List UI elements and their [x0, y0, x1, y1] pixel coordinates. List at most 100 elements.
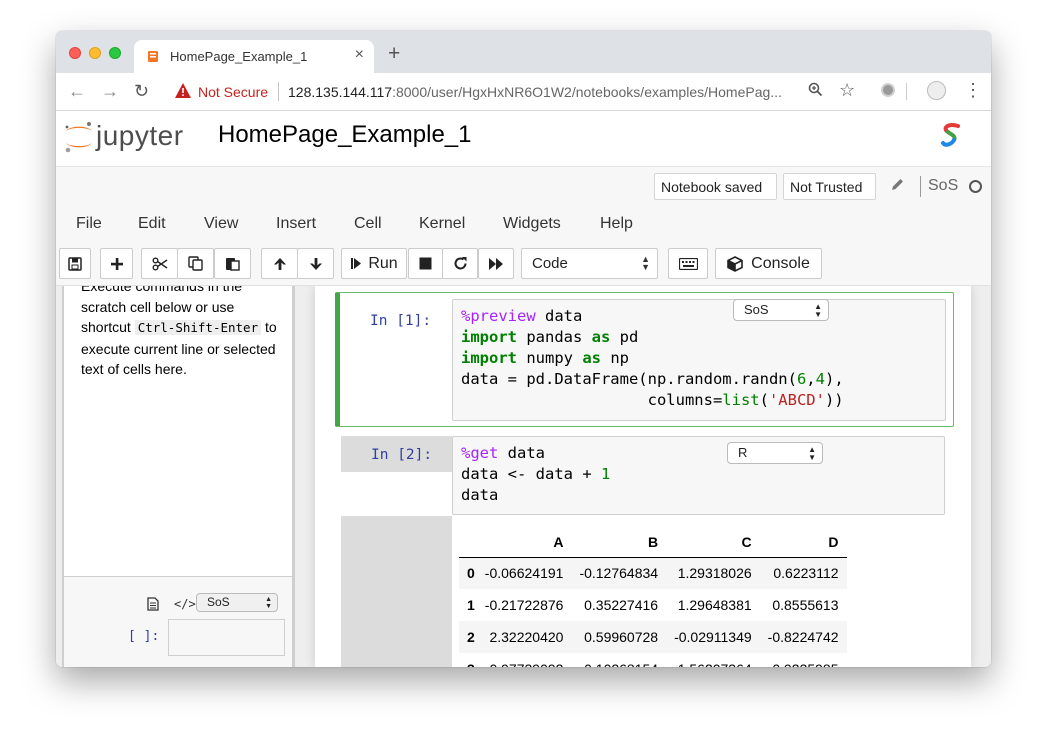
cell-type-select[interactable]: Code ▲ ▼ [521, 248, 658, 279]
restart-run-all-button[interactable] [478, 248, 514, 279]
table-row: 0 -0.06624191 -0.12764834 1.29318026 0.6… [459, 557, 847, 589]
scratch-cell-area: </> SoS ▲ ▼ [ ]: [64, 576, 292, 667]
run-label: Run [368, 254, 398, 272]
menu-help[interactable]: Help [600, 215, 633, 233]
side-panel-instructions: Execute commands in the scratch cell bel… [81, 286, 286, 380]
pencil-icon[interactable] [890, 177, 905, 192]
move-down-button[interactable] [297, 248, 334, 279]
select-arrows-icon: ▲ ▼ [814, 302, 822, 319]
menu-insert[interactable]: Insert [276, 215, 316, 233]
command-palette-button[interactable] [668, 248, 708, 279]
bookmark-star-icon[interactable]: ☆ [839, 80, 855, 101]
tab-close-icon[interactable]: × [355, 46, 364, 64]
cell-editor[interactable]: %preview data import pandas as pd import… [452, 299, 946, 421]
cell-editor[interactable]: %get data data <- data + 1 data [452, 436, 945, 515]
menu-kernel[interactable]: Kernel [419, 215, 465, 233]
code-icon[interactable]: </> [174, 597, 196, 611]
table-row: 3 0.97739092 0.10268154 1.56207364 0.923… [459, 653, 847, 667]
console-label: Console [751, 254, 810, 272]
step-forward-icon [351, 258, 362, 269]
browser-tab[interactable]: HomePage_Example_1 × [134, 40, 374, 73]
table-cell: 0.8555613 [772, 597, 839, 613]
jupyter-logo-icon[interactable] [62, 119, 96, 155]
table-cell: -0.21722876 [484, 597, 564, 613]
kernel-name[interactable]: SoS [928, 177, 958, 195]
security-label[interactable]: Not Secure [198, 84, 268, 100]
table-cell: -0.12764834 [571, 557, 667, 589]
scratch-kernel-select[interactable]: SoS ▲ ▼ [196, 593, 278, 612]
document-icon[interactable] [147, 597, 159, 611]
table-cell: 0.97739092 [477, 653, 572, 667]
cut-button[interactable] [141, 248, 178, 279]
cell-prompt: In [2]: [371, 447, 433, 463]
forward-arrow-icon[interactable]: → [101, 81, 119, 102]
menu-view[interactable]: View [204, 215, 238, 233]
browser-toolbar: ← → ↻ Not Secure 128.135.144.117:8000/us… [56, 73, 991, 111]
close-window-button[interactable] [69, 47, 81, 59]
table-index: 3 [459, 653, 477, 667]
table-header: D [759, 527, 847, 558]
restart-button[interactable] [442, 248, 478, 279]
copy-icon [188, 256, 203, 271]
reload-icon[interactable]: ↻ [134, 81, 149, 102]
cell-kernel-value: SoS [744, 302, 769, 317]
back-arrow-icon[interactable]: ← [68, 81, 86, 102]
kernel-status-icon [969, 180, 982, 193]
scratch-cell-input[interactable] [168, 619, 285, 656]
table-cell: 1.29318026 [666, 557, 760, 589]
table-cell: 1.29648381 [677, 597, 752, 613]
sos-logo-icon [941, 123, 960, 147]
notification-trusted[interactable]: Not Trusted [783, 173, 876, 200]
code-cell-1[interactable]: In [1]: %preview data import pandas as p… [335, 292, 954, 427]
table-row: 1 -0.21722876 0.35227416 1.29648381 0.85… [459, 589, 847, 621]
code-line: data [461, 486, 499, 504]
code-line: data <- data + 1 [461, 465, 611, 483]
save-button[interactable] [59, 248, 91, 279]
run-button[interactable]: Run [341, 248, 407, 279]
table-cell: 2.32220420 [476, 621, 572, 653]
cell-kernel-select[interactable]: SoS ▲ ▼ [733, 299, 829, 321]
extension-icon[interactable] [881, 83, 895, 97]
menu-edit[interactable]: Edit [138, 215, 166, 233]
console-button[interactable]: Console [715, 248, 822, 279]
tab-strip: HomePage_Example_1 × + [56, 31, 991, 73]
notification-saved[interactable]: Notebook saved [654, 173, 777, 200]
interrupt-button[interactable] [408, 248, 443, 279]
menu-file[interactable]: File [76, 215, 102, 233]
jupyter-header: jupyter HomePage_Example_1 [56, 111, 991, 167]
jupyter-logo-text[interactable]: jupyter [96, 120, 184, 152]
stop-icon [419, 257, 432, 270]
kernel-divider [920, 176, 921, 197]
menu-widgets[interactable]: Widgets [503, 215, 561, 233]
select-arrows-icon: ▲ ▼ [641, 254, 650, 272]
side-panel: Execute commands in the scratch cell bel… [62, 286, 295, 667]
table-header: A [476, 527, 572, 558]
cell-kernel-select[interactable]: R ▲ ▼ [727, 442, 823, 464]
save-icon [68, 256, 82, 271]
address-bar[interactable]: 128.135.144.117:8000/user/HgxHxNR6O1W2/n… [288, 84, 782, 100]
more-menu-icon[interactable]: ⋮ [964, 80, 982, 101]
table-header-row: A B C D [459, 527, 847, 558]
move-up-button[interactable] [261, 248, 298, 279]
menu-cell[interactable]: Cell [354, 215, 382, 233]
keyboard-icon [678, 257, 698, 270]
insert-cell-button[interactable] [100, 248, 133, 279]
arrow-up-icon [273, 257, 286, 270]
zoom-icon[interactable] [808, 82, 823, 97]
notebook-icon [148, 51, 158, 62]
cell-kernel-value: R [738, 445, 748, 460]
minimize-window-button[interactable] [89, 47, 101, 59]
maximize-window-button[interactable] [109, 47, 121, 59]
paste-icon [226, 258, 240, 271]
table-index: 1 [467, 597, 475, 613]
code-cell-2[interactable]: In [2]: %get data data <- data + 1 data … [335, 436, 954, 516]
menu-area: Notebook saved Not Trusted SoS File Edit… [56, 167, 991, 242]
code-line: columns=list('ABCD')) [461, 391, 844, 409]
paste-button[interactable] [214, 248, 251, 279]
table-cell: -0.06624191 [476, 557, 572, 589]
copy-button[interactable] [177, 248, 214, 279]
url-path: :8000/user/HgxHxNR6O1W2/notebooks/exampl… [392, 84, 782, 100]
profile-avatar[interactable] [927, 81, 946, 100]
notebook-name[interactable]: HomePage_Example_1 [218, 121, 472, 149]
new-tab-button[interactable]: + [388, 42, 400, 66]
